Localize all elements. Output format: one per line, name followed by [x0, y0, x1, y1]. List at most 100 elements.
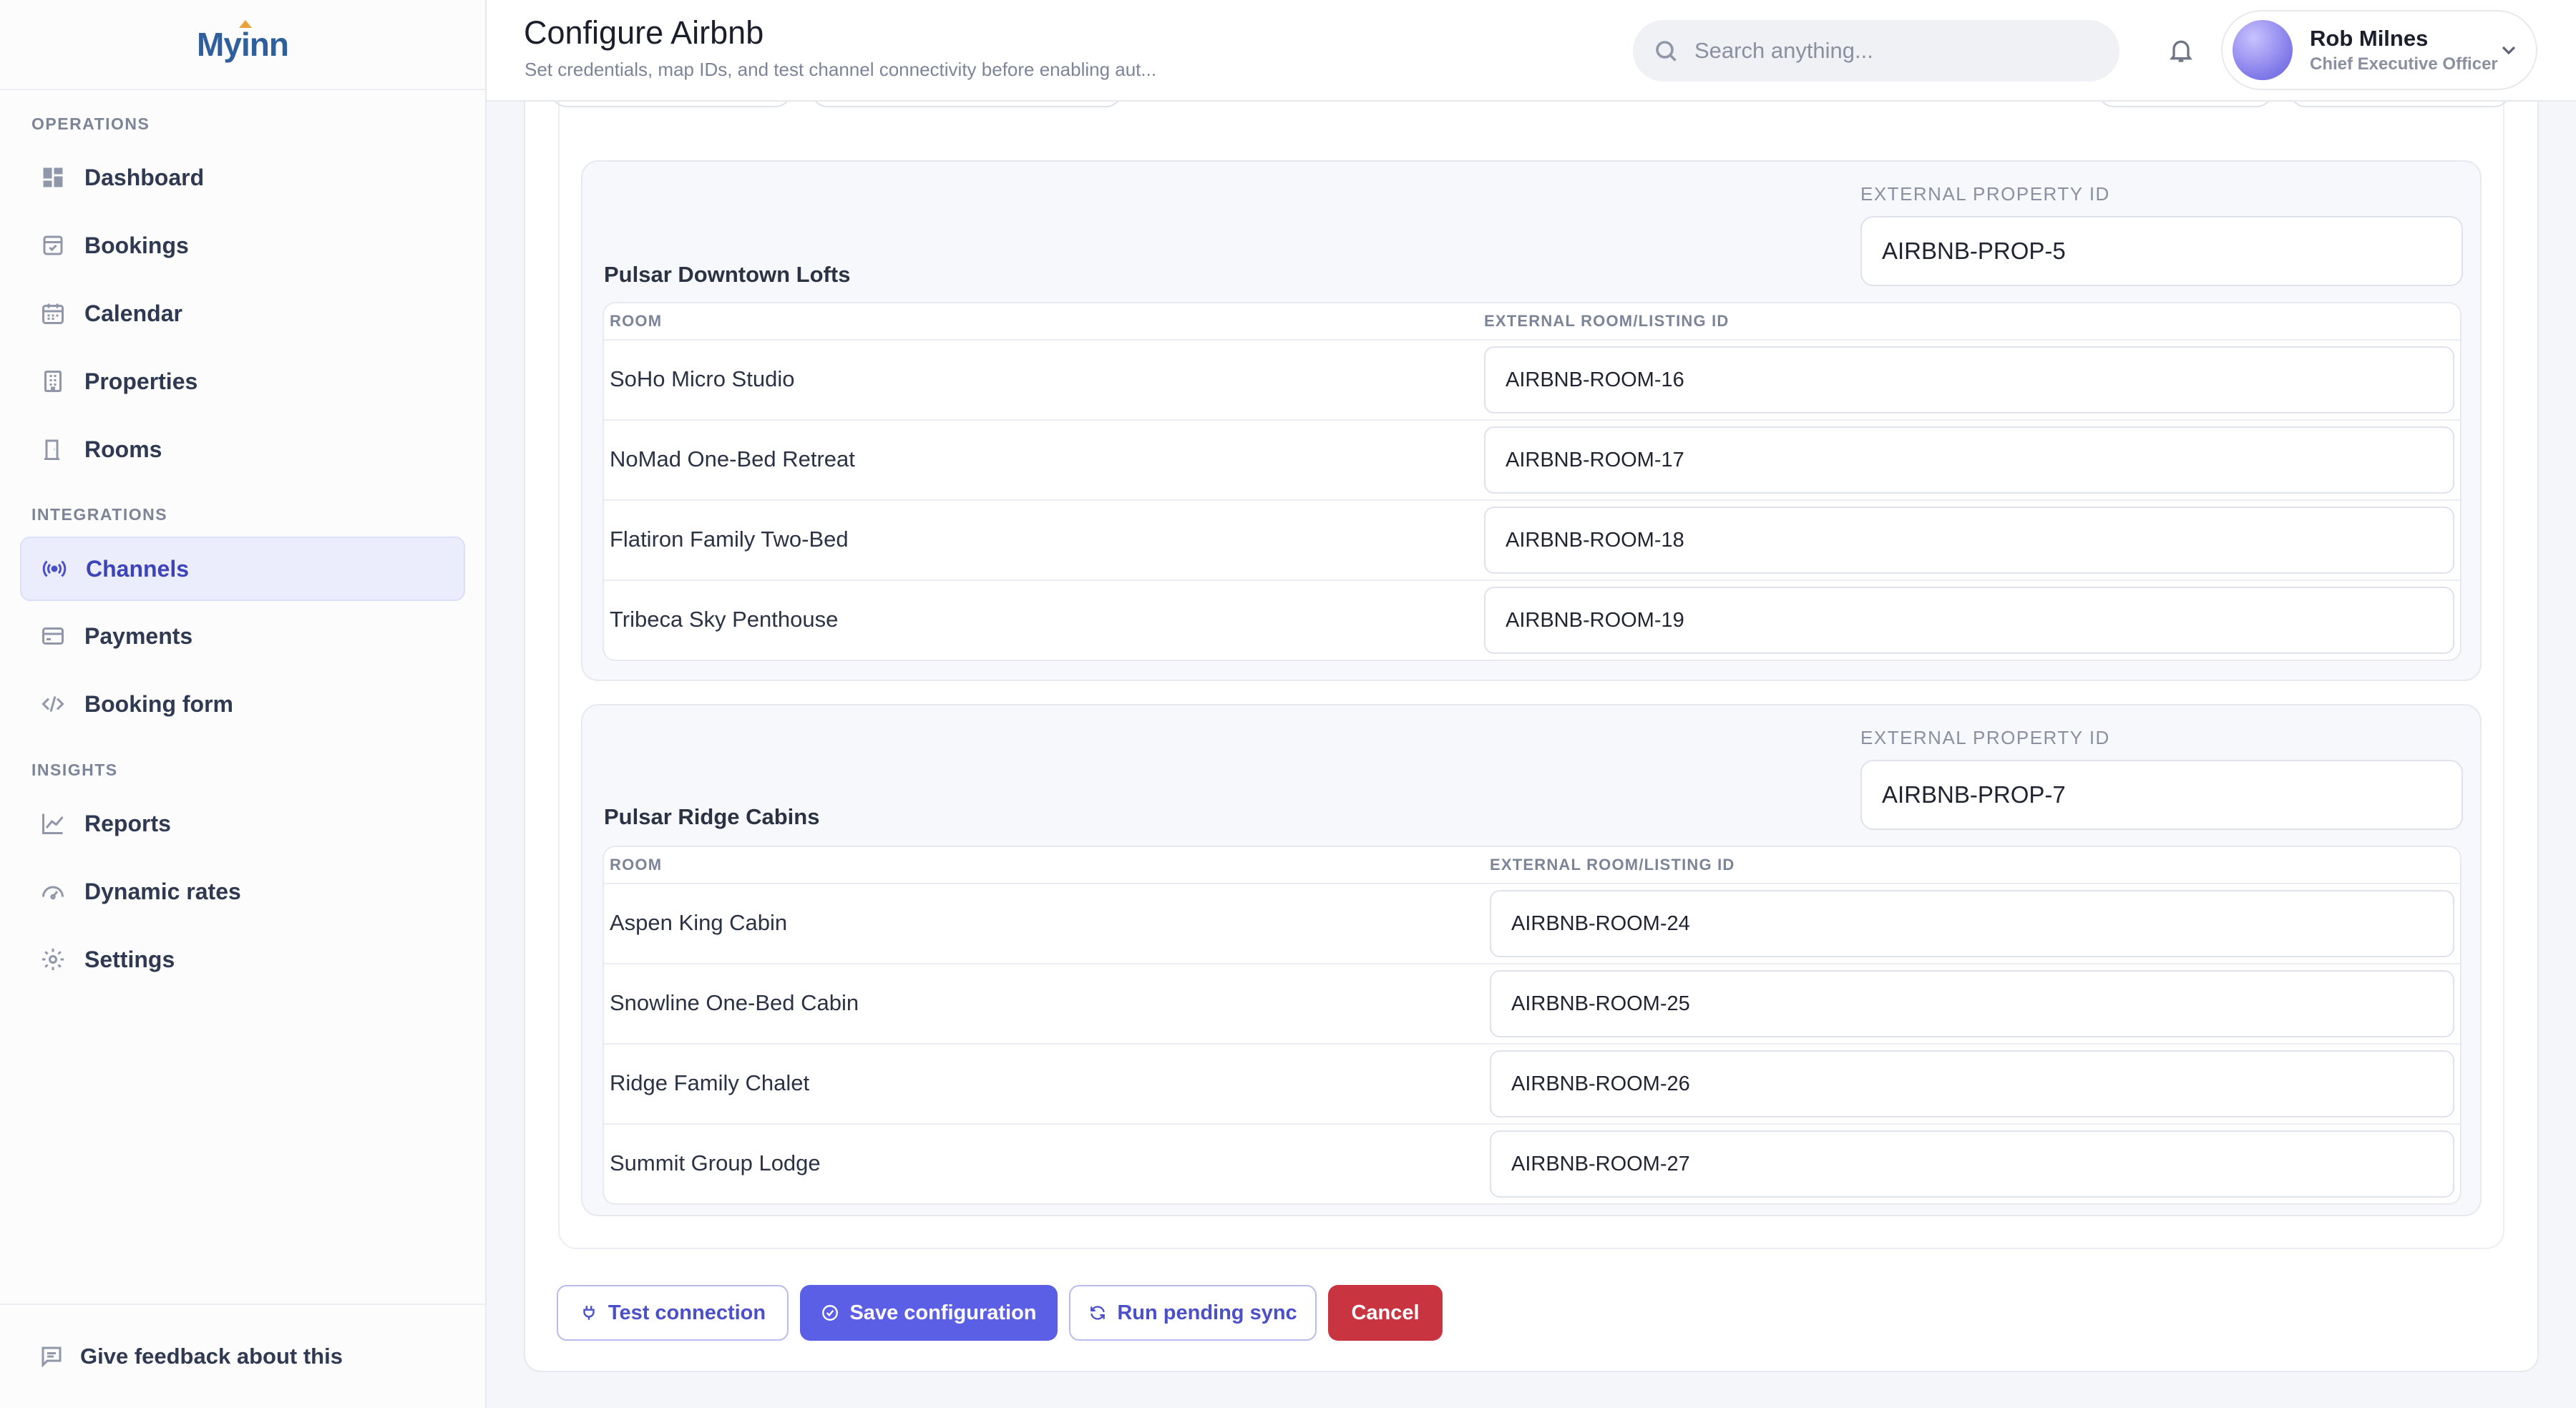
external-room-id-input[interactable] — [1484, 346, 2454, 414]
chevron-down-icon — [2497, 39, 2520, 62]
test-connection-label: Test connection — [608, 1301, 766, 1324]
property-mapping-card: Pulsar Ridge Cabins EXTERNAL PROPERTY ID… — [581, 704, 2482, 1216]
column-header-room: ROOM — [610, 856, 663, 874]
user-menu[interactable]: Rob Milnes Chief Executive Officer — [2221, 10, 2537, 90]
section-label-operations: OPERATIONS — [31, 114, 150, 133]
user-role: Chief Executive Officer — [2310, 54, 2498, 74]
sidebar-item-label: Rooms — [84, 436, 162, 462]
sidebar-item-label: Calendar — [84, 300, 182, 326]
external-room-id-input[interactable] — [1490, 890, 2454, 957]
room-name: Snowline One-Bed Cabin — [610, 990, 859, 1015]
building-icon — [39, 367, 67, 396]
bookings-icon — [39, 231, 67, 260]
cancel-label: Cancel — [1351, 1301, 1420, 1324]
sidebar-item-label: Dynamic rates — [84, 878, 241, 904]
external-room-id-input[interactable] — [1490, 1050, 2454, 1118]
sidebar-item-dynamic-rates[interactable]: Dynamic rates — [20, 859, 465, 924]
column-header-external-id: EXTERNAL ROOM/LISTING ID — [1484, 312, 1729, 330]
gear-icon — [39, 945, 67, 974]
external-room-id-input[interactable] — [1490, 1130, 2454, 1198]
table-row: Tribeca Sky Penthouse — [604, 580, 2460, 660]
sidebar-item-calendar[interactable]: Calendar — [20, 281, 465, 346]
sidebar-item-dashboard[interactable]: Dashboard — [20, 145, 465, 210]
feedback-button[interactable]: Give feedback about this — [0, 1304, 485, 1408]
sidebar-item-reports[interactable]: Reports — [20, 791, 465, 856]
sidebar-item-properties[interactable]: Properties — [20, 349, 465, 414]
credit-card-icon — [39, 622, 67, 650]
room-name: Tribeca Sky Penthouse — [610, 607, 839, 632]
table-row: Ridge Family Chalet — [604, 1043, 2460, 1123]
property-name: Pulsar Ridge Cabins — [604, 804, 820, 829]
sidebar-item-rooms[interactable]: Rooms — [20, 417, 465, 481]
dashboard-icon — [39, 163, 67, 192]
external-room-id-input[interactable] — [1484, 426, 2454, 494]
search-input[interactable] — [1693, 37, 2094, 64]
feedback-label: Give feedback about this — [80, 1344, 343, 1369]
room-mapping-table: ROOM EXTERNAL ROOM/LISTING ID SoHo Micro… — [602, 302, 2462, 661]
room-name: SoHo Micro Studio — [610, 366, 795, 391]
search-bar[interactable] — [1633, 20, 2119, 82]
external-property-id-input[interactable] — [1860, 760, 2463, 830]
sidebar-item-label: Settings — [84, 946, 175, 972]
room-name: Aspen King Cabin — [610, 910, 788, 935]
external-room-id-input[interactable] — [1490, 970, 2454, 1037]
top-header: Configure Airbnb Set credentials, map ID… — [487, 0, 2576, 102]
room-name: Flatiron Family Two-Bed — [610, 527, 849, 552]
property-name: Pulsar Downtown Lofts — [604, 262, 851, 287]
check-circle-icon — [822, 1305, 839, 1321]
page-subtitle: Set credentials, map IDs, and test chann… — [525, 59, 1157, 80]
logo[interactable]: Myinn — [197, 25, 289, 64]
plug-icon — [583, 1306, 595, 1320]
save-configuration-button[interactable]: Save configuration — [800, 1285, 1058, 1341]
external-room-id-input[interactable] — [1484, 507, 2454, 574]
room-name: Summit Group Lodge — [610, 1150, 821, 1175]
external-property-id-label: EXTERNAL PROPERTY ID — [1860, 727, 2110, 748]
logo-area: Myinn — [0, 0, 485, 90]
sidebar-item-label: Channels — [86, 555, 190, 582]
test-connection-button[interactable]: Test connection — [557, 1285, 789, 1341]
sidebar-item-label: Booking form — [84, 690, 233, 717]
section-label-insights: INSIGHTS — [31, 761, 118, 779]
sidebar: Myinn OPERATIONS Dashboard Bookings Cale… — [0, 0, 487, 1408]
code-icon — [39, 690, 67, 718]
cancel-button[interactable]: Cancel — [1328, 1285, 1443, 1341]
sidebar-item-label: Payments — [84, 622, 193, 649]
page-title: Configure Airbnb — [524, 14, 764, 51]
sidebar-item-bookings[interactable]: Bookings — [20, 213, 465, 278]
run-pending-sync-label: Run pending sync — [1117, 1301, 1297, 1324]
search-icon — [1656, 41, 1677, 62]
external-property-id-input[interactable] — [1860, 216, 2463, 286]
table-row: NoMad One-Bed Retreat — [604, 419, 2460, 499]
refresh-icon — [1091, 1306, 1106, 1320]
sidebar-item-settings[interactable]: Settings — [20, 927, 465, 992]
table-row: Snowline One-Bed Cabin — [604, 963, 2460, 1043]
avatar — [2233, 20, 2293, 80]
room-mapping-table: ROOM EXTERNAL ROOM/LISTING ID Aspen King… — [602, 846, 2462, 1205]
user-name: Rob Milnes — [2310, 26, 2429, 51]
external-property-id-label: EXTERNAL PROPERTY ID — [1860, 183, 2110, 205]
sidebar-item-label: Bookings — [84, 232, 189, 258]
sidebar-item-label: Properties — [84, 368, 198, 394]
property-mapping-card: Pulsar Downtown Lofts EXTERNAL PROPERTY … — [581, 160, 2482, 681]
save-configuration-label: Save configuration — [849, 1301, 1037, 1324]
comment-icon — [42, 1346, 62, 1368]
run-pending-sync-button[interactable]: Run pending sync — [1069, 1285, 1317, 1341]
notification-bell-icon[interactable] — [2167, 36, 2195, 64]
table-row: SoHo Micro Studio — [604, 339, 2460, 419]
sidebar-item-channels[interactable]: Channels — [20, 537, 465, 601]
sidebar-item-booking-form[interactable]: Booking form — [20, 672, 465, 736]
room-name: NoMad One-Bed Retreat — [610, 446, 855, 471]
external-room-id-input[interactable] — [1484, 587, 2454, 654]
sidebar-item-payments[interactable]: Payments — [20, 604, 465, 668]
gauge-icon — [39, 877, 67, 906]
door-icon — [39, 435, 67, 464]
column-header-external-id: EXTERNAL ROOM/LISTING ID — [1490, 856, 1735, 874]
sidebar-item-label: Reports — [84, 810, 171, 836]
room-name: Ridge Family Chalet — [610, 1070, 810, 1095]
calendar-icon — [39, 299, 67, 328]
table-row: Summit Group Lodge — [604, 1123, 2460, 1203]
table-row: Flatiron Family Two-Bed — [604, 499, 2460, 580]
broadcast-icon — [40, 554, 69, 583]
column-header-room: ROOM — [610, 312, 663, 330]
section-label-integrations: INTEGRATIONS — [31, 505, 168, 524]
